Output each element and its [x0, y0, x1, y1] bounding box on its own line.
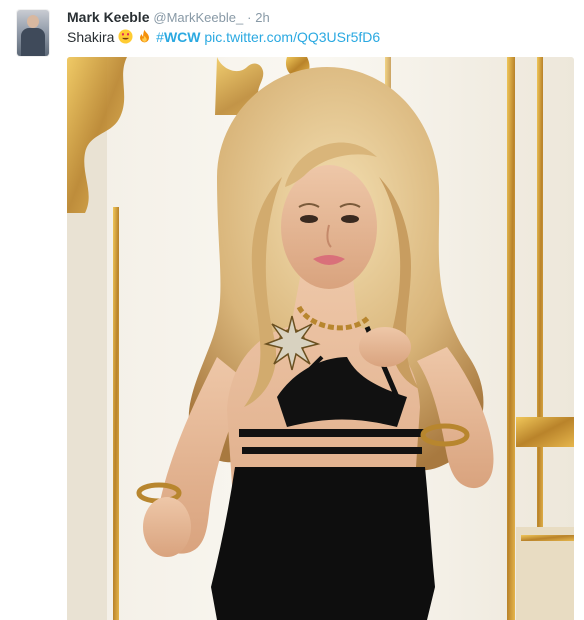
- avatar-head: [27, 15, 39, 28]
- author-name[interactable]: Mark Keeble: [67, 9, 149, 25]
- tweet: Mark Keeble @MarkKeeble_ · 2h Shakira #W…: [0, 0, 584, 620]
- hashtag-symbol: #: [156, 29, 164, 45]
- fire-icon: [140, 29, 150, 43]
- separator: ·: [247, 10, 252, 25]
- avatar-body: [21, 28, 45, 56]
- tweet-photo[interactable]: [67, 57, 574, 620]
- tweet-text-prefix: Shakira: [67, 29, 115, 45]
- avatar[interactable]: [17, 10, 49, 56]
- author-handle[interactable]: @MarkKeeble_: [153, 10, 243, 25]
- photo-illustration: [67, 57, 574, 620]
- tweet-header: Mark Keeble @MarkKeeble_ · 2h: [67, 8, 270, 27]
- tweet-text: Shakira #WCW pic.twitter.com/QQ3USr5fD6: [67, 28, 380, 46]
- hashtag-word: WCW: [163, 29, 201, 45]
- pic-link[interactable]: pic.twitter.com/QQ3USr5fD6: [204, 29, 380, 45]
- hashtag-wcw[interactable]: #WCW: [156, 29, 200, 45]
- timestamp[interactable]: 2h: [255, 10, 269, 25]
- heart-eyes-icon: [118, 29, 133, 44]
